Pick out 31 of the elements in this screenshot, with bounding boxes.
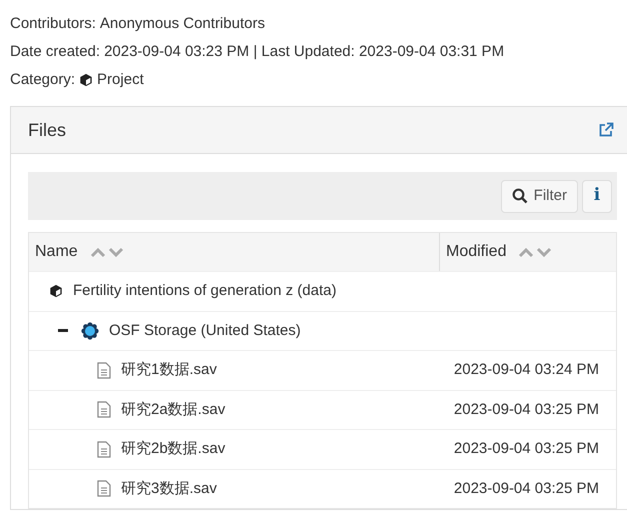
- item-name: 研究2b数据.sav: [121, 439, 226, 459]
- item-name: 研究1数据.sav: [121, 360, 217, 380]
- file-icon: [97, 401, 111, 418]
- panel-title: Files: [28, 118, 66, 142]
- modified-date: 2023-09-04 03:25 PM: [454, 478, 600, 498]
- item-name: 研究2a数据.sav: [121, 400, 226, 420]
- item-name: Fertility intentions of generation z (data): [73, 281, 336, 301]
- filter-button[interactable]: Filter: [500, 180, 578, 212]
- search-icon: [512, 188, 528, 204]
- modified-date: 2023-09-04 03:25 PM: [454, 400, 600, 420]
- file-icon: [97, 440, 111, 458]
- column-title: Name: [35, 242, 78, 262]
- meta-value: Anonymous Contributors: [100, 14, 265, 34]
- meta-label: Contributors:: [10, 14, 96, 34]
- info-button[interactable]: i: [582, 180, 612, 212]
- external-link-icon[interactable]: [598, 122, 614, 138]
- column-header[interactable]: Modified: [440, 233, 616, 271]
- meta-label: Date created:: [10, 42, 100, 62]
- cube-icon: [79, 73, 94, 87]
- file-icon: [97, 480, 111, 498]
- cube-icon: [49, 284, 63, 298]
- modified-date: 2023-09-04 03:25 PM: [454, 439, 600, 459]
- meta-value: 2023-09-04 03:23 PM | Last Updated: 2023-09-04 03:31 PM: [104, 42, 504, 62]
- meta-value: Project: [97, 70, 144, 90]
- item-name: 研究3数据.sav: [121, 478, 217, 498]
- column-title: Modified: [446, 242, 506, 262]
- storage-gear-icon: [81, 322, 99, 340]
- file-icon: [97, 362, 111, 379]
- modified-date: 2023-09-04 03:24 PM: [454, 360, 600, 380]
- item-name: OSF Storage (United States): [109, 320, 301, 340]
- meta-label: Category:: [10, 70, 76, 90]
